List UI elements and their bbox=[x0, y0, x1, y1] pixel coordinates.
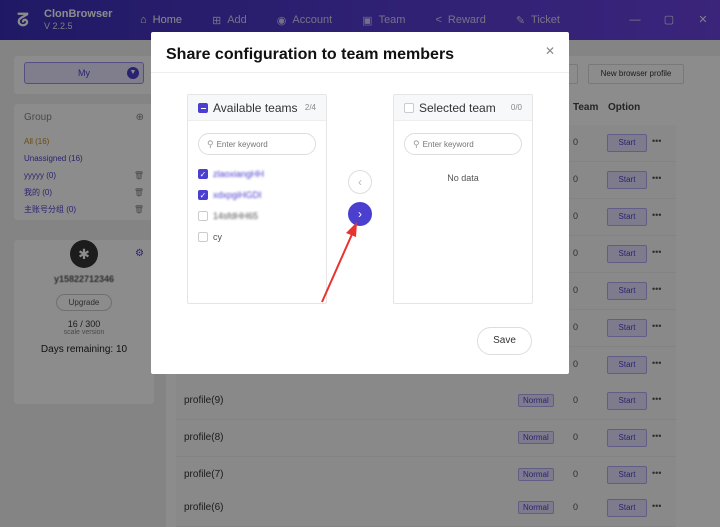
annotation-arrow-icon bbox=[321, 222, 357, 303]
arrow-line bbox=[321, 231, 354, 303]
arrow-head bbox=[346, 222, 357, 237]
